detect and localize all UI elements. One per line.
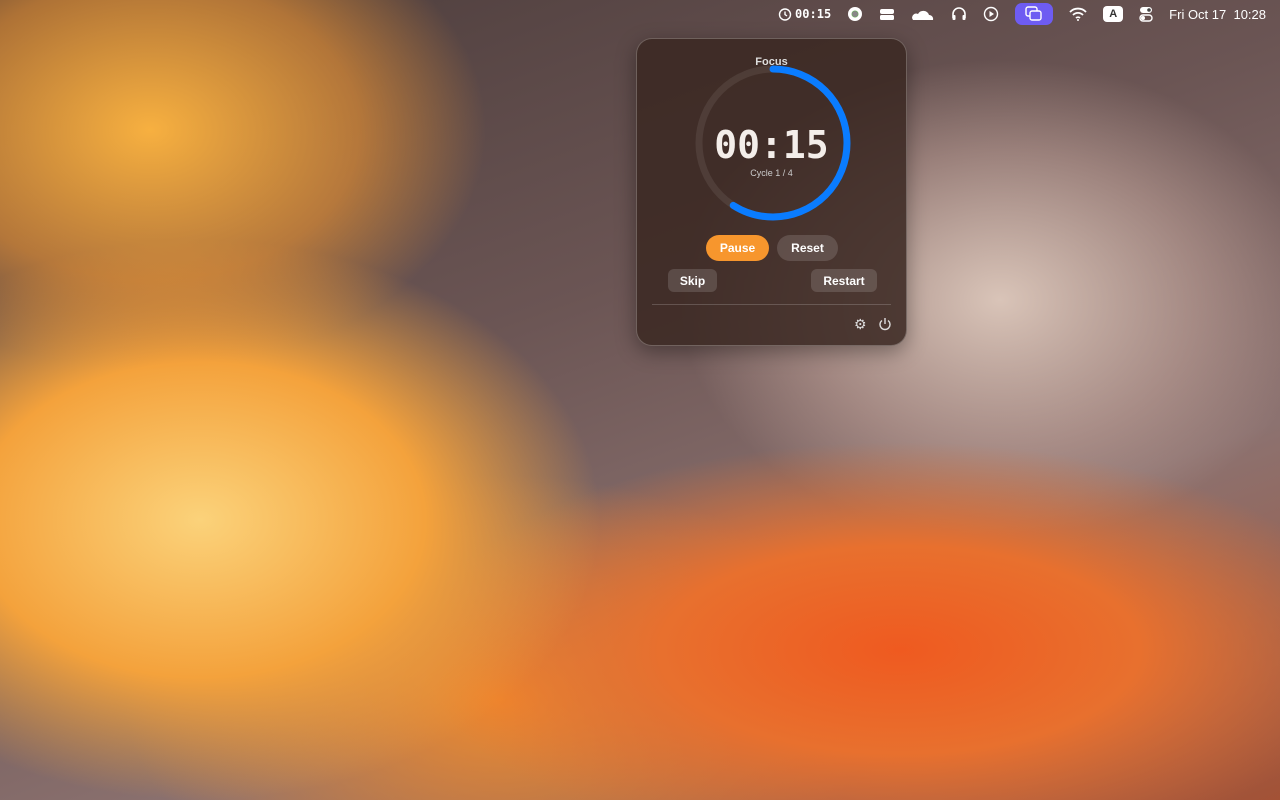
reset-button[interactable]: Reset (777, 235, 838, 261)
input-source-label: A (1109, 8, 1118, 20)
timer-icon (778, 8, 792, 21)
input-source-icon[interactable]: A (1103, 6, 1124, 22)
timer-display: 00:15 (714, 123, 829, 167)
cloud-icon[interactable] (911, 3, 935, 25)
record-icon[interactable] (847, 3, 863, 25)
restart-button[interactable]: Restart (811, 269, 877, 292)
wifi-icon[interactable] (1069, 3, 1087, 25)
menu-bar: 00:15 A Fri Oct 17 10:28 (0, 0, 1280, 28)
timer-menu-item[interactable]: 00:15 (778, 3, 831, 25)
control-center-icon[interactable] (1139, 3, 1153, 25)
cycle-label: Cycle 1 / 4 (750, 168, 793, 178)
headphones-icon[interactable] (951, 3, 967, 25)
skip-button[interactable]: Skip (668, 269, 717, 292)
menu-timer-text: 00:15 (795, 7, 832, 21)
drive-icon[interactable] (879, 3, 895, 25)
gear-icon[interactable]: ⚙ (854, 317, 868, 331)
pause-button[interactable]: Pause (706, 235, 769, 261)
screens-icon[interactable] (1015, 3, 1054, 25)
menu-clock[interactable]: Fri Oct 17 10:28 (1169, 3, 1266, 25)
power-icon[interactable] (878, 317, 892, 331)
play-icon[interactable] (983, 3, 999, 25)
focus-timer-popover: Focus 00:15 Cycle 1 / 4 Pause Reset Skip… (636, 38, 907, 346)
divider (652, 304, 891, 305)
